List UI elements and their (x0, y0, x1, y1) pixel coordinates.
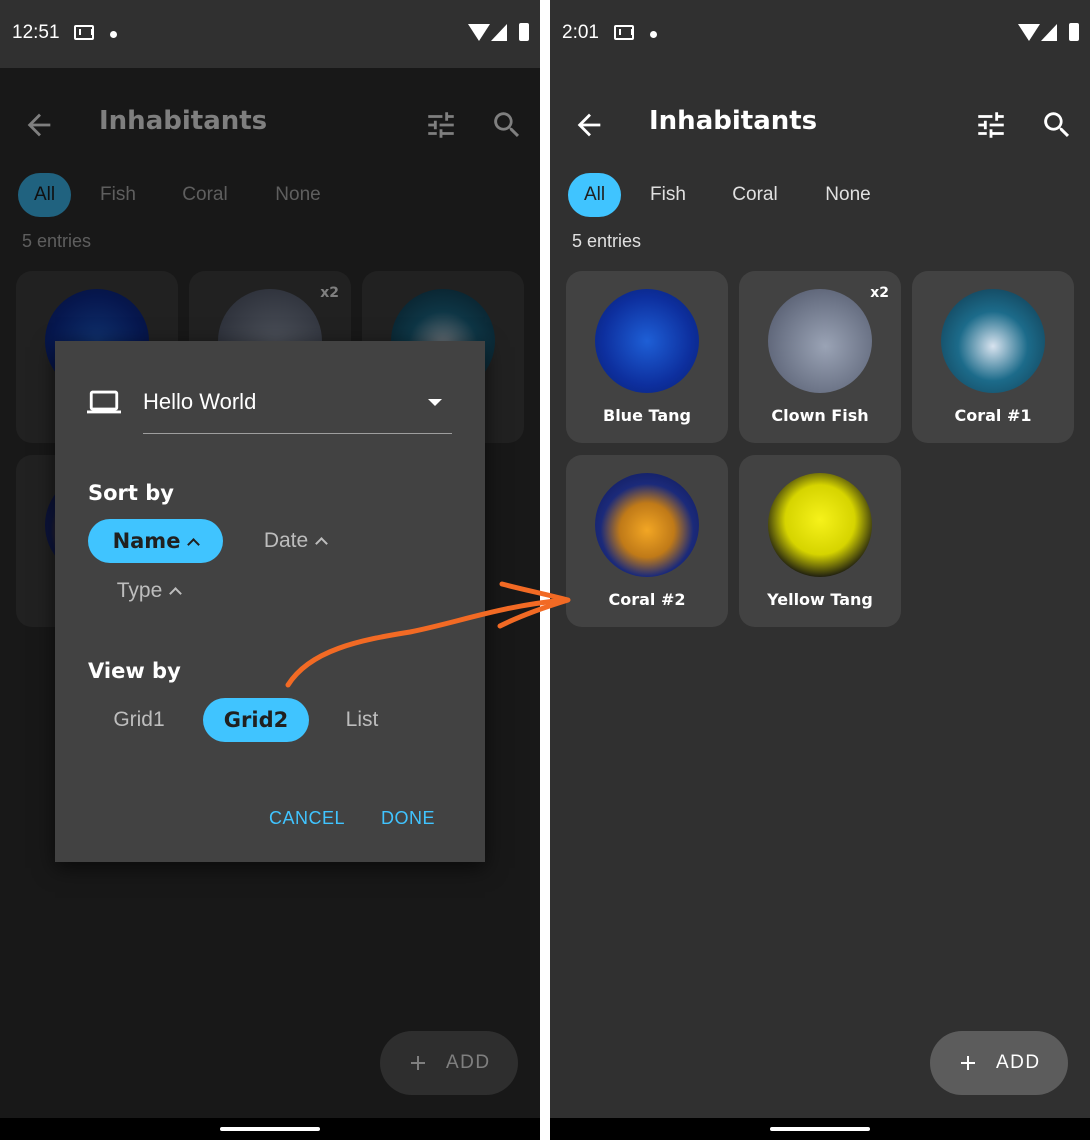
app-bar: Inhabitants (550, 94, 1090, 154)
wifi-icon (468, 24, 490, 41)
filter-chips: All Fish Coral None (568, 173, 1090, 217)
sort-option-name[interactable]: Name (88, 519, 223, 563)
cell-signal-icon (491, 24, 507, 41)
inhabitant-card-coral-1[interactable]: Coral #1 (912, 271, 1074, 443)
add-button-label: ADD (996, 1052, 1041, 1073)
status-bar: 2:01 (550, 0, 1090, 68)
inhabitant-card-coral-2[interactable]: Coral #2 (566, 455, 728, 627)
notification-dot-icon (650, 31, 657, 38)
sort-by-title: Sort by (88, 481, 174, 505)
annotation-arrow (285, 581, 571, 688)
battery-icon (519, 23, 529, 41)
inhabitant-photo (595, 473, 699, 577)
inhabitant-photo (595, 289, 699, 393)
cell-signal-icon (1041, 24, 1057, 41)
search-icon[interactable] (1040, 108, 1074, 142)
quantity-badge: x2 (870, 285, 889, 301)
inhabitant-name: Yellow Tang (767, 590, 873, 609)
inhabitant-card-clown-fish[interactable]: x2 Clown Fish (739, 271, 901, 443)
sort-option-type[interactable]: Type (101, 569, 196, 613)
chip-all[interactable]: All (568, 173, 621, 217)
view-by-title: View by (88, 659, 181, 683)
chevron-up-icon (187, 538, 201, 551)
plus-icon (961, 1056, 975, 1070)
gmail-notification-icon (614, 25, 634, 40)
home-gesture-handle[interactable] (770, 1127, 870, 1131)
cancel-button[interactable]: CANCEL (269, 808, 345, 829)
battery-icon (1069, 23, 1079, 41)
inhabitant-name: Blue Tang (603, 406, 691, 425)
navigation-bar (0, 1118, 540, 1140)
inhabitant-photo (768, 473, 872, 577)
entries-count: 5 entries (572, 231, 642, 251)
status-time: 2:01 (562, 22, 599, 43)
wifi-icon (1018, 24, 1040, 41)
inhabitant-photo (941, 289, 1045, 393)
inhabitant-name: Clown Fish (771, 406, 869, 425)
notification-dot-icon (110, 31, 117, 38)
chip-coral[interactable]: Coral (716, 173, 794, 217)
inhabitant-photo (768, 289, 872, 393)
chevron-up-icon (169, 587, 183, 600)
laptop-icon (87, 390, 121, 414)
back-arrow-icon[interactable] (572, 108, 606, 142)
sort-option-label: Date (263, 529, 309, 552)
status-bar: 12:51 (0, 0, 540, 68)
add-button[interactable]: ADD (930, 1031, 1068, 1095)
dropdown-arrow-icon (428, 399, 442, 406)
inhabitant-name: Coral #1 (954, 406, 1032, 425)
sort-option-label: Name (112, 529, 181, 553)
inhabitant-card-blue-tang[interactable]: Blue Tang (566, 271, 728, 443)
view-option-list[interactable]: List (327, 698, 397, 742)
gmail-notification-icon (74, 25, 94, 40)
device-dropdown-value: Hello World (143, 389, 257, 414)
sort-option-date[interactable]: Date (245, 519, 345, 563)
status-time: 12:51 (12, 22, 60, 43)
home-gesture-handle[interactable] (220, 1127, 320, 1131)
view-option-grid2[interactable]: Grid2 (203, 698, 309, 742)
chip-fish[interactable]: Fish (634, 173, 702, 217)
device-dropdown[interactable]: Hello World (143, 381, 452, 434)
done-button[interactable]: DONE (381, 808, 435, 829)
chip-none[interactable]: None (808, 173, 888, 217)
navigation-bar (550, 1118, 1090, 1140)
inhabitant-name: Coral #2 (608, 590, 686, 609)
view-option-grid1[interactable]: Grid1 (97, 698, 181, 742)
phone-screen-right: 2:01 Inhabitants All Fish Coral None 5 e… (550, 0, 1090, 1140)
sort-option-label: Type (116, 579, 163, 602)
inhabitant-card-yellow-tang[interactable]: Yellow Tang (739, 455, 901, 627)
chevron-up-icon (315, 537, 329, 550)
page-title: Inhabitants (649, 106, 818, 136)
tune-filter-icon[interactable] (974, 108, 1008, 142)
